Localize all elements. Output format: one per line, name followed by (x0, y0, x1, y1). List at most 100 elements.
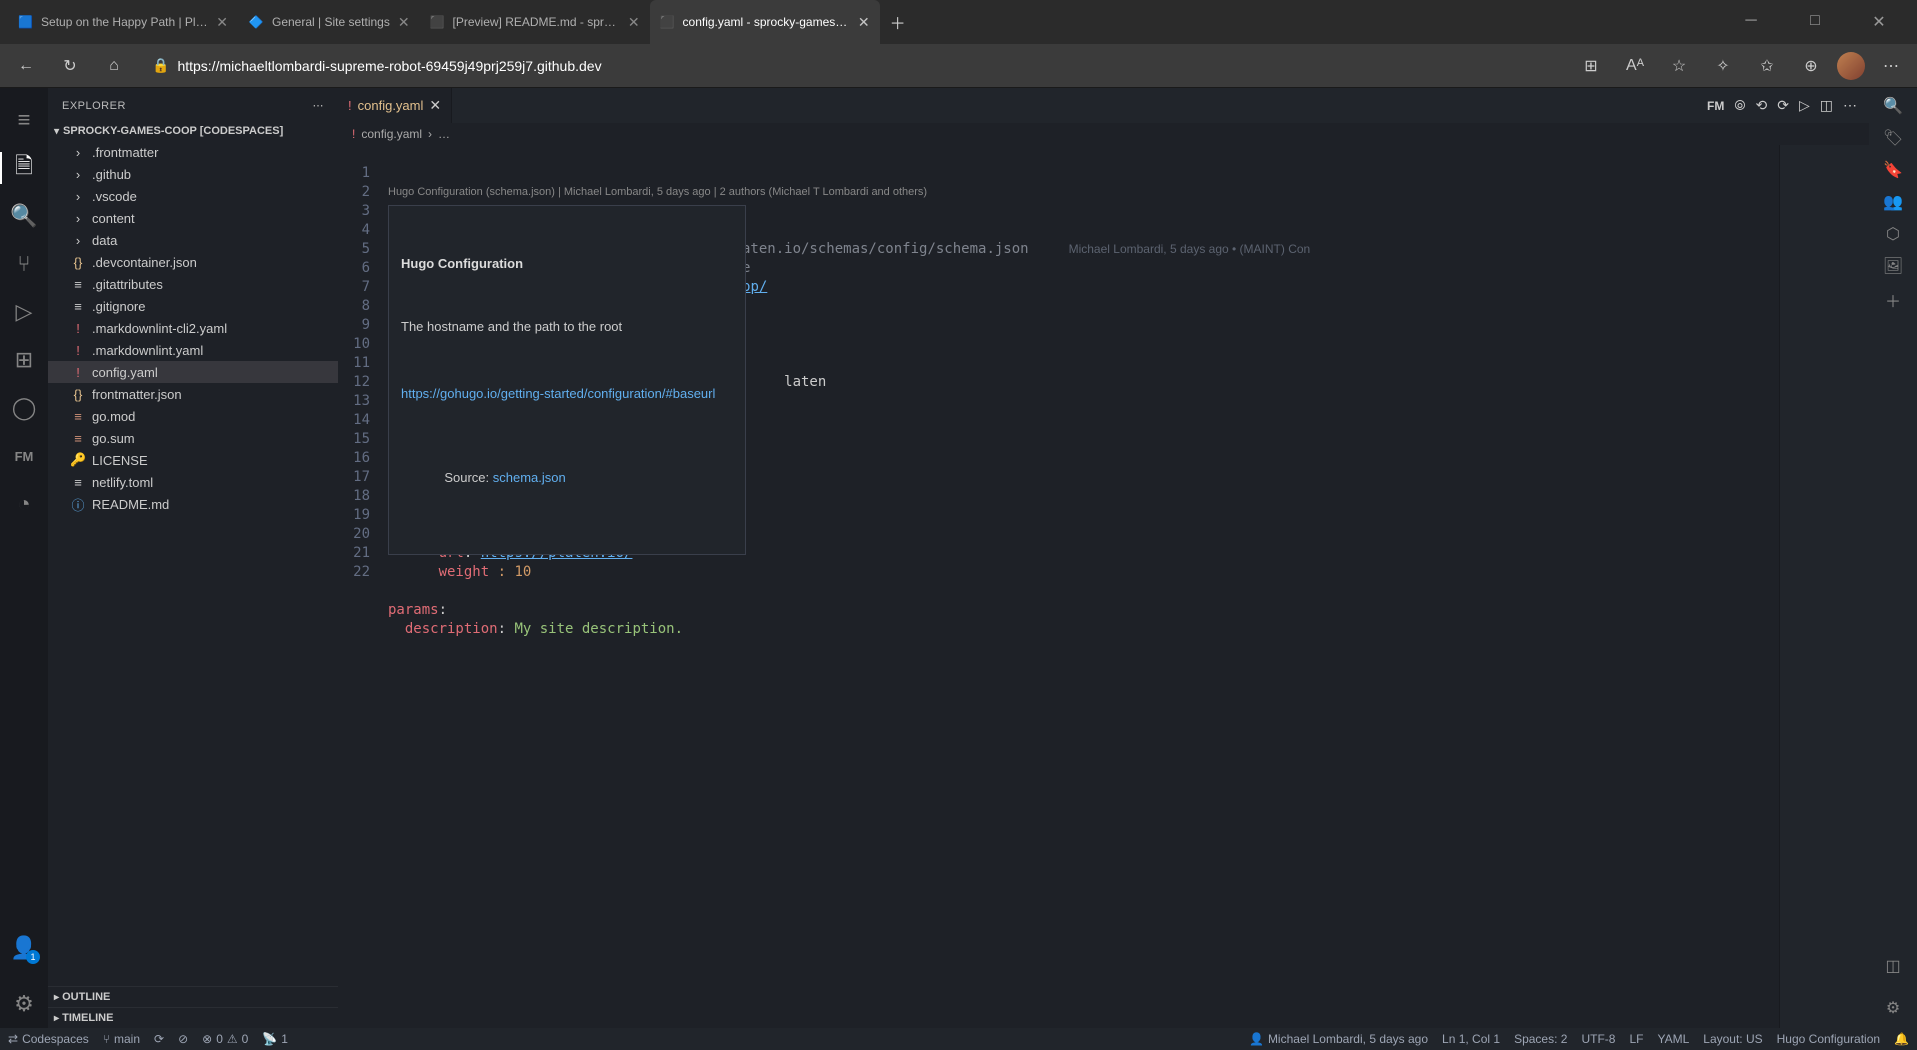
file-item[interactable]: ≡go.mod (48, 405, 338, 427)
file-item[interactable]: ⓘREADME.md (48, 493, 338, 515)
extensions-icon[interactable]: ✧ (1705, 48, 1741, 84)
hexagon-icon[interactable]: ⬡ (1886, 224, 1900, 244)
prev-change-icon[interactable]: ⟲ (1756, 97, 1768, 114)
browser-tab[interactable]: 🟦Setup on the Happy Path | Platen✕ (8, 0, 238, 44)
image-icon[interactable]: 🖼 (1883, 256, 1903, 276)
file-item[interactable]: ≡go.sum (48, 427, 338, 449)
file-item[interactable]: ≡.gitattributes (48, 273, 338, 295)
file-item[interactable]: !config.yaml (48, 361, 338, 383)
code-line[interactable] (388, 582, 1779, 601)
outline-section[interactable]: ▸ OUTLINE (48, 986, 338, 1007)
extensions-view[interactable]: ⊞ (0, 336, 48, 384)
people-icon[interactable]: 👥 (1883, 192, 1903, 212)
code-line[interactable] (388, 639, 1779, 658)
favorite-icon[interactable]: ☆ (1661, 48, 1697, 84)
explorer-menu[interactable]: ⋯ (313, 99, 325, 112)
sync-button[interactable]: ⟳ (154, 1032, 164, 1046)
refresh-button[interactable]: ↻ (52, 48, 88, 84)
folder-item[interactable]: ›content (48, 207, 338, 229)
file-item[interactable]: ≡netlify.toml (48, 471, 338, 493)
codelens[interactable]: Hugo Configuration (schema.json) | Micha… (388, 183, 1779, 202)
profile-avatar[interactable] (1837, 52, 1865, 80)
fm-view[interactable]: FM (0, 432, 48, 480)
hover-docs-link[interactable]: https://gohugo.io/getting-started/config… (401, 386, 715, 401)
remote-explorer-view[interactable]: ◔ (0, 480, 48, 528)
close-icon[interactable]: ✕ (216, 14, 228, 31)
window-close[interactable]: ✕ (1857, 12, 1901, 32)
plus-icon[interactable]: ＋ (1885, 288, 1901, 312)
search-view[interactable]: 🔍 (0, 192, 48, 240)
workspace-section[interactable]: ▸ SPROCKY-GAMES-COOP [CODESPACES] (48, 123, 338, 139)
schema-indicator[interactable]: Hugo Configuration (1777, 1032, 1880, 1046)
branch-indicator[interactable]: ⑂ main (103, 1032, 140, 1046)
editor-tab-config[interactable]: ! config.yaml ✕ (338, 88, 452, 123)
code-line[interactable]: weight : 10 (388, 563, 1779, 582)
file-item[interactable]: 🔑LICENSE (48, 449, 338, 471)
run-debug-view[interactable]: ▷ (0, 288, 48, 336)
file-item[interactable]: {}.devcontainer.json (48, 251, 338, 273)
code-editor[interactable]: Hugo Configuration (schema.json) | Micha… (388, 145, 1779, 1028)
fm-action[interactable]: FM (1707, 99, 1724, 113)
bookmark-icon[interactable]: 🔖 (1883, 160, 1903, 180)
run-icon[interactable]: ▷ (1799, 97, 1810, 114)
settings-icon[interactable]: ⚙ (1886, 998, 1900, 1018)
settings-icon[interactable]: ⚙ (0, 980, 48, 1028)
close-icon[interactable]: ✕ (628, 14, 640, 31)
folder-item[interactable]: ›.frontmatter (48, 141, 338, 163)
favorites-bar-icon[interactable]: ✩ (1749, 48, 1785, 84)
browser-tab[interactable]: ⬛config.yaml - sprocky-games-co…✕ (650, 0, 880, 44)
blame-status[interactable]: 👤 Michael Lombardi, 5 days ago (1249, 1032, 1428, 1046)
apps-icon[interactable]: ⊞ (1573, 48, 1609, 84)
broadcast-indicator[interactable]: 📡1 (262, 1032, 288, 1046)
github-view[interactable]: ◯ (0, 384, 48, 432)
cursor-position[interactable]: Ln 1, Col 1 (1442, 1032, 1500, 1046)
indentation[interactable]: Spaces: 2 (1514, 1032, 1567, 1046)
next-change-icon[interactable]: ⟳ (1777, 97, 1789, 114)
encoding[interactable]: UTF-8 (1581, 1032, 1615, 1046)
eol[interactable]: LF (1629, 1032, 1643, 1046)
folder-item[interactable]: ›.github (48, 163, 338, 185)
problems-indicator[interactable]: ⊗0 ⚠0 (202, 1032, 248, 1046)
layout-icon[interactable]: ◫ (1885, 956, 1900, 976)
hover-source-link[interactable]: schema.json (493, 470, 566, 485)
new-tab-button[interactable]: ＋ (880, 4, 916, 40)
notifications-icon[interactable]: 🔔 (1894, 1032, 1909, 1046)
folder-item[interactable]: ›.vscode (48, 185, 338, 207)
browser-tab[interactable]: ⬛[Preview] README.md - sprocky…✕ (420, 0, 650, 44)
more-actions-icon[interactable]: ⋯ (1843, 97, 1857, 114)
source-control-view[interactable]: ⑂ (0, 240, 48, 288)
home-button[interactable]: ⌂ (96, 48, 132, 84)
language-mode[interactable]: YAML (1657, 1032, 1689, 1046)
file-item[interactable]: !.markdownlint.yaml (48, 339, 338, 361)
breadcrumb[interactable]: ! config.yaml › … (338, 123, 1869, 145)
code-line[interactable]: params: (388, 601, 1779, 620)
minimap[interactable] (1779, 145, 1869, 1028)
search-icon[interactable]: 🔍 (1883, 96, 1903, 116)
close-icon[interactable]: ✕ (429, 97, 441, 114)
explorer-view[interactable]: 🗎 (0, 144, 48, 192)
split-editor-icon[interactable]: ◫ (1820, 97, 1833, 114)
file-item[interactable]: {}frontmatter.json (48, 383, 338, 405)
code-line[interactable]: description: My site description. (388, 620, 1779, 639)
browser-menu[interactable]: ⋯ (1873, 48, 1909, 84)
toggle-changes-icon[interactable]: ⦾ (1734, 97, 1745, 114)
browser-tab[interactable]: 🔷General | Site settings✕ (238, 0, 420, 44)
back-button[interactable]: ← (8, 48, 44, 84)
timeline-section[interactable]: ▸ TIMELINE (48, 1007, 338, 1028)
remote-indicator[interactable]: ⇄ Codespaces (8, 1032, 89, 1046)
window-minimize[interactable]: ─ (1729, 12, 1773, 32)
reader-icon[interactable]: Aᴬ (1617, 48, 1653, 84)
accounts-icon[interactable]: 👤1 (0, 924, 48, 972)
keyboard-layout[interactable]: Layout: US (1703, 1032, 1762, 1046)
window-maximize[interactable]: □ (1793, 12, 1837, 32)
tag-icon[interactable]: 🏷 (1883, 128, 1903, 148)
address-bar[interactable]: 🔒 https://michaeltlombardi-supreme-robot… (140, 57, 1565, 74)
close-icon[interactable]: ✕ (858, 14, 870, 31)
folder-item[interactable]: ›data (48, 229, 338, 251)
menu-toggle[interactable]: ≡ (0, 96, 48, 144)
file-item[interactable]: !.markdownlint-cli2.yaml (48, 317, 338, 339)
collections-icon[interactable]: ⊕ (1793, 48, 1829, 84)
file-item[interactable]: ≡.gitignore (48, 295, 338, 317)
close-icon[interactable]: ✕ (398, 14, 410, 31)
ports-icon[interactable]: ⊘ (178, 1032, 188, 1046)
